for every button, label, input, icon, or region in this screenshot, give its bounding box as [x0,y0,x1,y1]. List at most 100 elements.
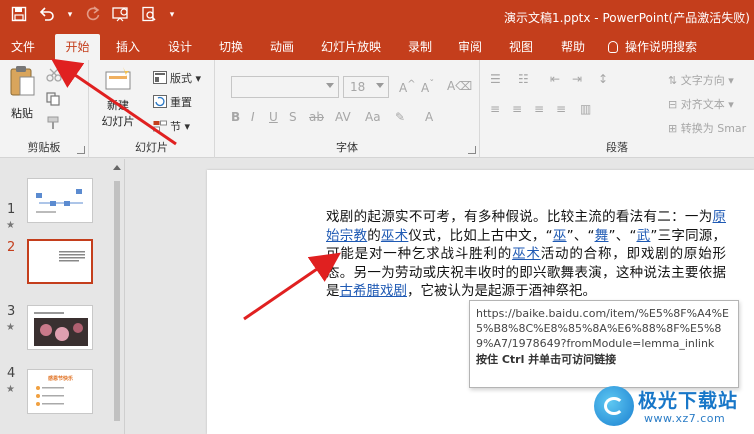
columns-icon[interactable]: ▥ [580,102,591,116]
bullets-icon[interactable]: ☰ [490,72,501,86]
char-spacing-icon[interactable]: AV [335,110,351,124]
undo-dropdown-icon[interactable]: ▾ [66,6,74,24]
hyperlink[interactable]: 古希腊戏剧 [340,283,408,299]
italic-icon[interactable]: I [251,110,255,124]
reset-button[interactable]: 重置 [153,94,192,110]
paragraph-group-label: 段落 [606,141,628,154]
increase-indent-icon[interactable]: ⇥ [572,72,582,86]
align-right-icon[interactable]: ≡ [534,102,544,116]
line-spacing-icon[interactable]: ↕ [598,72,608,86]
print-preview-icon[interactable] [140,6,158,24]
slide-thumbnail-3[interactable] [27,305,93,350]
text-direction-label: 文字方向 [680,74,725,87]
ribbon: 粘贴 剪贴板 新建 幻灯片 版式 ▾ 重置 节 ▾ 幻灯片 18 A^ Aˇ A… [0,60,754,158]
body-text-run: ，它被认为是起源于酒神祭祀。 [407,283,596,299]
underline-icon[interactable]: U [269,110,278,124]
copy-icon[interactable] [46,92,62,109]
new-slide-button[interactable]: 新建 幻灯片 [95,66,141,129]
tab-home[interactable]: 开始 [55,34,100,60]
undo-icon[interactable] [38,6,56,24]
tell-me-search[interactable]: 操作说明搜索 [608,34,720,60]
slide-thumbnail-1[interactable] [27,178,93,223]
reset-icon [153,95,167,108]
slide-text-box[interactable]: 戏剧的起源实不可考，有多种假说。比较主流的看法有二：一为原始宗教的巫术仪式，比如… [326,208,726,301]
align-center-icon[interactable]: ≡ [512,102,522,116]
tab-record[interactable]: 录制 [401,34,439,60]
section-label: 节 [170,120,181,133]
format-painter-icon[interactable] [46,116,62,133]
highlight-icon[interactable]: ✎ [395,110,405,124]
bold-icon[interactable]: B [231,110,240,124]
slide-number-4: 4 [7,366,16,381]
hyperlink[interactable]: 巫术 [512,246,541,262]
hyperlink[interactable]: 巫术 [381,228,408,244]
customize-qat-icon[interactable]: ▾ [168,6,176,24]
align-left-icon[interactable]: ≡ [490,102,500,116]
hyperlink-tooltip: https://baike.baidu.com/item/%E5%8F%A4%E… [469,300,739,388]
watermark-title: 极光下载站 [638,390,739,412]
hyperlink[interactable]: 巫 [553,228,567,244]
font-name-combo[interactable] [231,76,339,98]
clipboard-group-label: 剪贴板 [27,141,61,154]
font-group-label: 字体 [336,141,358,154]
panel-divider[interactable] [124,159,125,434]
present-from-start-icon[interactable] [112,6,130,24]
cut-icon[interactable] [46,68,62,85]
slide-number-2: 2 [7,240,16,255]
clear-format-icon[interactable]: A⌫ [447,79,472,93]
tab-view[interactable]: 视图 [502,34,540,60]
lightbulb-icon [608,41,618,53]
body-text-run: ”、“ [608,227,637,244]
chevron-down-icon [326,83,334,88]
reset-label: 重置 [170,96,192,109]
decrease-indent-icon[interactable]: ⇤ [550,72,560,86]
hyperlink[interactable]: 武 [636,228,650,244]
clipboard-launcher-icon[interactable] [77,146,85,154]
scroll-up-icon[interactable] [113,165,121,170]
tab-review[interactable]: 审阅 [451,34,489,60]
shadow-icon[interactable]: S [289,110,297,124]
tab-slideshow[interactable]: 幻灯片放映 [313,34,389,60]
justify-icon[interactable]: ≡ [556,102,566,116]
convert-smartart-button[interactable]: ⊞ 转换为 Smar [668,120,746,136]
font-color-icon[interactable]: A [425,110,433,124]
section-button[interactable]: 节 ▾ [153,118,190,134]
slide-thumbnail-4[interactable]: 感恩节快乐 [27,369,93,414]
decrease-font-icon[interactable]: Aˇ [421,79,434,95]
tab-transitions[interactable]: 切换 [212,34,250,60]
slide-number-3: 3 [7,304,16,319]
tab-insert[interactable]: 插入 [109,34,147,60]
thumbnail-scrollbar-thumb[interactable] [114,181,120,421]
text-direction-button[interactable]: ⇅ 文字方向 ▾ [668,72,734,88]
tooltip-hint: 按住 Ctrl 并单击可访问链接 [476,353,617,366]
slide-thumbnail-2[interactable] [27,239,93,284]
convert-smartart-label: 转换为 Smar [680,122,747,135]
layout-button[interactable]: 版式 ▾ [153,70,201,86]
tab-design[interactable]: 设计 [161,34,199,60]
redo-icon[interactable] [84,6,102,24]
chevron-down-icon [376,83,384,88]
layout-icon [153,71,167,84]
font-size-combo[interactable]: 18 [343,76,389,98]
font-launcher-icon[interactable] [468,146,476,154]
tab-help[interactable]: 帮助 [554,34,592,60]
hyperlink[interactable]: 舞 [595,228,609,244]
change-case-icon[interactable]: Aa [365,110,381,124]
align-text-icon: ⊟ [668,98,681,111]
save-icon[interactable] [10,6,28,24]
strikethrough-icon[interactable]: ab [309,110,324,124]
paste-button[interactable]: 粘贴 [4,64,40,121]
watermark-logo-icon [594,386,634,426]
tab-animations[interactable]: 动画 [263,34,301,60]
slide-4-preview [36,386,64,406]
tab-file[interactable]: 文件 [4,34,42,60]
align-text-button[interactable]: ⊟ 对齐文本 ▾ [668,96,734,112]
increase-font-icon[interactable]: A^ [399,79,416,95]
slide-thumbnails-panel: 1 ★ 2 3 ★ 4 ★ 感恩节快乐 [0,159,124,434]
numbering-icon[interactable]: ☷ [518,72,529,86]
paste-label: 粘贴 [11,107,33,120]
site-watermark: 极光下载站 www.xz7.com [594,384,754,430]
slide-1-preview [36,189,83,213]
clipboard-group: 粘贴 剪贴板 [0,60,89,158]
slide-4-transition-star: ★ [6,384,15,395]
